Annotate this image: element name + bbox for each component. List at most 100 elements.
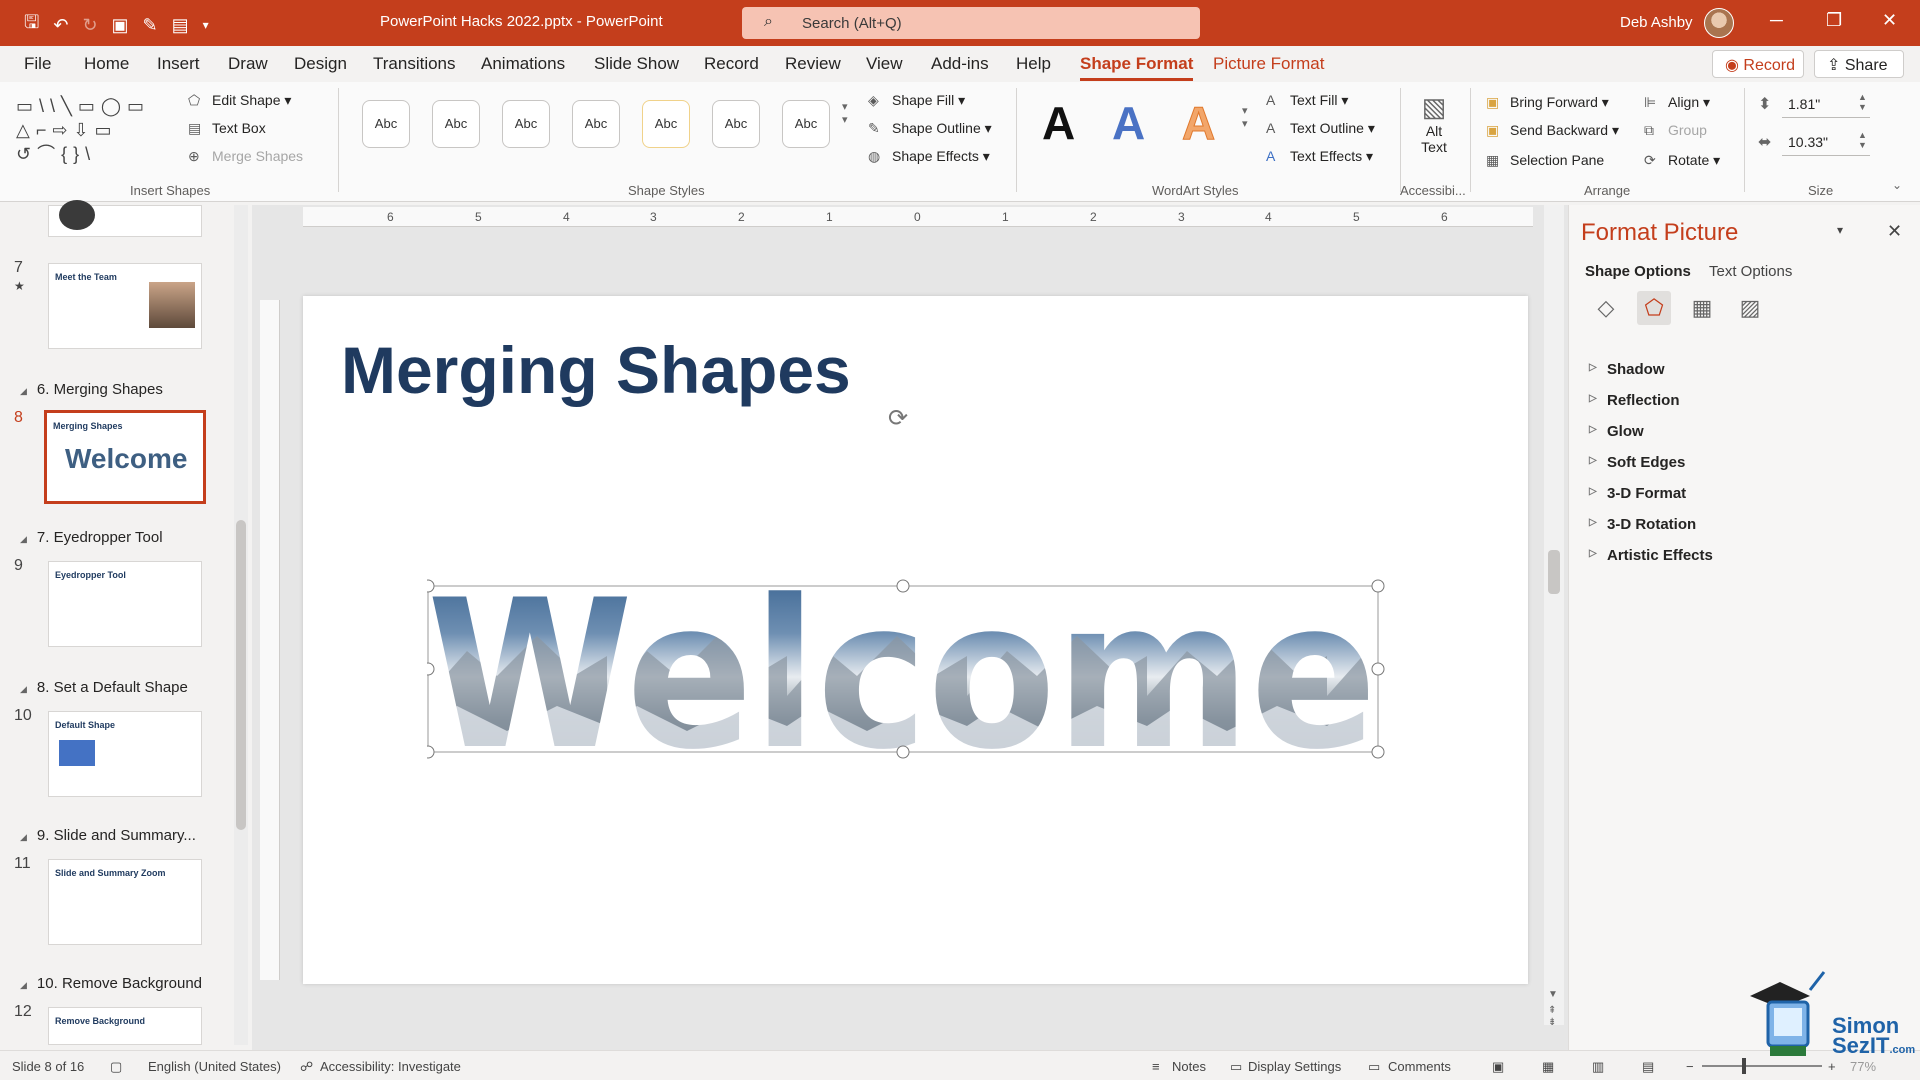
canvas-vertical-scrollbar[interactable]: ▼ ⇞ ⇟ <box>1544 205 1564 1028</box>
rotate-button[interactable]: ⟳ Rotate ▾ <box>1644 152 1720 169</box>
language[interactable]: English (United States) <box>148 1059 281 1074</box>
width-spin-icon[interactable]: ▲ ▼ <box>1858 130 1867 150</box>
group-button[interactable]: ⧉ Group <box>1644 122 1707 139</box>
resize-handle-top-left[interactable] <box>427 579 435 593</box>
tab-shape-format[interactable]: Shape Format <box>1080 54 1194 81</box>
shape-outline-button[interactable]: ✎ Shape Outline ▾ <box>868 120 992 137</box>
section-header[interactable]: 7. Eyedropper Tool <box>20 529 163 546</box>
slide-thumbnail[interactable]: Eyedropper Tool <box>48 561 202 647</box>
present-icon[interactable]: ▣ <box>112 15 129 36</box>
rotate-handle-icon[interactable]: ⟳ <box>888 404 908 433</box>
section-header[interactable]: 8. Set a Default Shape <box>20 679 188 696</box>
shape-style-6[interactable]: Abc <box>712 100 760 148</box>
customize-qat-icon[interactable]: ▾ <box>203 18 209 32</box>
undo-icon[interactable]: ↶ <box>53 15 68 36</box>
text-effects-button[interactable]: A Text Effects ▾ <box>1266 148 1373 165</box>
resize-handle-bottom-right[interactable] <box>1371 745 1385 759</box>
shape-style-3[interactable]: Abc <box>502 100 550 148</box>
wordart-scroll-icon[interactable]: ▾ ▾ <box>1242 104 1248 130</box>
slide[interactable]: Merging Shapes Welcome ⟳ <box>303 296 1528 984</box>
tab-file[interactable]: File <box>24 54 51 74</box>
avatar[interactable] <box>1704 8 1734 38</box>
thumbnail-scroll-thumb[interactable] <box>236 520 246 830</box>
align-button[interactable]: ⊫ Align ▾ <box>1644 94 1710 111</box>
shape-style-7[interactable]: Abc <box>782 100 830 148</box>
slide-thumbnail-partial[interactable] <box>48 200 202 237</box>
height-spin-icon[interactable]: ▲ ▼ <box>1858 92 1867 112</box>
wordart-black[interactable]: A <box>1042 98 1075 148</box>
tab-help[interactable]: Help <box>1016 54 1051 74</box>
spell-check-icon[interactable]: ▢ <box>110 1059 122 1075</box>
display-settings-button[interactable]: Display Settings <box>1248 1059 1341 1074</box>
shape-style-4[interactable]: Abc <box>572 100 620 148</box>
shape-styles-scroll-icon[interactable]: ▾ ▾ <box>842 100 848 126</box>
layout-icon[interactable]: ▤ <box>172 15 189 36</box>
bring-forward-button[interactable]: ▣ Bring Forward ▾ <box>1486 94 1609 111</box>
tab-add-ins[interactable]: Add-ins <box>931 54 989 74</box>
zoom-out-icon[interactable]: − <box>1686 1059 1694 1074</box>
size-properties-icon[interactable]: ▦ <box>1685 291 1719 325</box>
option-artistic-effects[interactable]: Artistic Effects <box>1589 547 1713 564</box>
section-header[interactable]: 6. Merging Shapes <box>20 381 163 398</box>
format-painter-icon[interactable]: ✎ <box>143 15 158 36</box>
save-icon[interactable]: 🖫 <box>24 10 39 40</box>
resize-handle-bottom-left[interactable] <box>427 745 435 759</box>
shape-style-2[interactable]: Abc <box>432 100 480 148</box>
shape-width-field[interactable]: 10.33" <box>1782 130 1870 156</box>
option-shadow[interactable]: Shadow <box>1589 361 1664 378</box>
slide-thumbnail[interactable]: Default Shape <box>48 711 202 797</box>
normal-view-icon[interactable]: ▣ <box>1492 1059 1504 1075</box>
next-slide-icon[interactable]: ⇟ <box>1548 1017 1556 1028</box>
shape-style-5[interactable]: Abc <box>642 100 690 148</box>
slide-title[interactable]: Merging Shapes <box>341 332 851 408</box>
option-3d-rotation[interactable]: 3-D Rotation <box>1589 516 1696 533</box>
accessibility-status[interactable]: Accessibility: Investigate <box>320 1059 461 1074</box>
shape-height-field[interactable]: 1.81" <box>1782 92 1870 118</box>
resize-handle-right[interactable] <box>1371 662 1385 676</box>
scroll-down-icon[interactable]: ▼ <box>1548 989 1558 1000</box>
shape-effects-button[interactable]: ◍ Shape Effects ▾ <box>868 148 990 165</box>
option-reflection[interactable]: Reflection <box>1589 392 1679 409</box>
tab-transitions[interactable]: Transitions <box>373 54 456 74</box>
shape-style-1[interactable]: Abc <box>362 100 410 148</box>
tab-design[interactable]: Design <box>294 54 347 74</box>
comments-button[interactable]: Comments <box>1388 1059 1451 1074</box>
close-pane-icon[interactable]: ✕ <box>1887 221 1902 242</box>
tab-picture-format[interactable]: Picture Format <box>1213 54 1324 74</box>
tab-view[interactable]: View <box>866 54 903 74</box>
search-box[interactable]: ⌕ Search (Alt+Q) <box>742 7 1200 39</box>
option-3d-format[interactable]: 3-D Format <box>1589 485 1686 502</box>
tab-insert[interactable]: Insert <box>157 54 200 74</box>
shape-fill-button[interactable]: ◈ Shape Fill ▾ <box>868 92 965 109</box>
send-backward-button[interactable]: ▣ Send Backward ▾ <box>1486 122 1619 139</box>
picture-icon[interactable]: ▨ <box>1733 291 1767 325</box>
reading-view-icon[interactable]: ▥ <box>1592 1059 1604 1075</box>
shapes-row-1-icon[interactable]: ▭\\╲▭◯▭ <box>16 94 176 118</box>
resize-handle-top-right[interactable] <box>1371 579 1385 593</box>
text-outline-button[interactable]: A Text Outline ▾ <box>1266 120 1375 137</box>
edit-shape-button[interactable]: ⬠ Edit Shape ▾ <box>188 92 291 109</box>
tab-record[interactable]: Record <box>704 54 759 74</box>
tab-draw[interactable]: Draw <box>228 54 268 74</box>
wordart-blue[interactable]: A <box>1112 98 1145 148</box>
text-box-button[interactable]: ▤ Text Box <box>188 120 266 137</box>
text-fill-button[interactable]: A Text Fill ▾ <box>1266 92 1348 109</box>
shapes-gallery[interactable]: ▭\\╲▭◯▭ △⌐⇨⇩▭ ↺⌒{}\ <box>16 94 176 164</box>
option-glow[interactable]: Glow <box>1589 423 1644 440</box>
tab-slide-show[interactable]: Slide Show <box>594 54 679 74</box>
shapes-row-2-icon[interactable]: △⌐⇨⇩▭ <box>16 118 176 142</box>
record-button[interactable]: ◉ Record <box>1712 50 1804 78</box>
canvas-scroll-thumb[interactable] <box>1548 550 1560 594</box>
merge-shapes-button[interactable]: ⊕ Merge Shapes <box>188 148 303 165</box>
collapse-ribbon-icon[interactable]: ⌄ <box>1892 178 1902 192</box>
shapes-row-3-icon[interactable]: ↺⌒{}\ <box>16 142 176 166</box>
minimize-icon[interactable]: ─ <box>1770 10 1783 31</box>
selection-pane-button[interactable]: ▦ Selection Pane <box>1486 152 1604 169</box>
fill-line-icon[interactable]: ◇ <box>1589 291 1623 325</box>
resize-handle-bottom[interactable] <box>896 745 910 759</box>
tab-review[interactable]: Review <box>785 54 841 74</box>
slide-thumbnail-selected[interactable]: Merging Shapes Welcome <box>44 410 206 504</box>
redo-icon[interactable]: ↻ <box>82 15 97 36</box>
section-header[interactable]: 9. Slide and Summary... <box>20 827 196 844</box>
tab-animations[interactable]: Animations <box>481 54 565 74</box>
